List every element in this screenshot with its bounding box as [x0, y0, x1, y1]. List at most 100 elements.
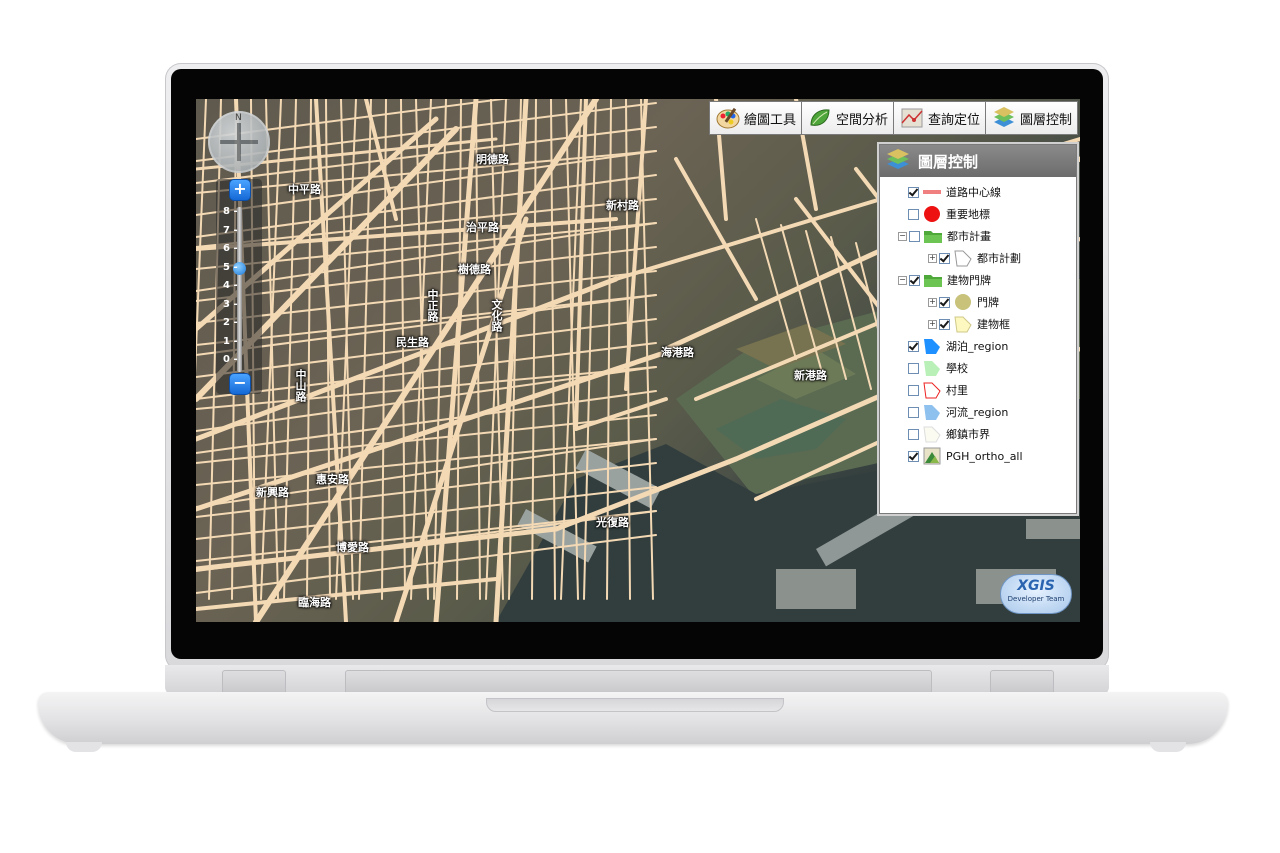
- map-screen[interactable]: 明德路 中平路 治平路 樹德路 中正路 文化路 民生路 新興路 新村路 惠安路 …: [196, 99, 1080, 622]
- layer-label: 建物框: [977, 318, 1010, 331]
- road-segment: [196, 270, 657, 324]
- logo-sub-text: Developer Team: [1007, 595, 1065, 603]
- layer-control-label: 圖層控制: [1019, 112, 1072, 128]
- polygon-lightblue-icon: [922, 403, 942, 421]
- zoom-level-tick: 5 -: [223, 261, 238, 273]
- layer-visibility-checkbox[interactable]: [939, 318, 950, 330]
- zoom-level-tick: 0 -: [223, 354, 238, 365]
- layer-visibility-checkbox[interactable]: [908, 362, 919, 374]
- line-red-icon: [922, 183, 942, 201]
- road-segment: [196, 99, 207, 375]
- layer-item[interactable]: 河流_region: [880, 401, 1076, 423]
- expand-toggle-icon[interactable]: −: [898, 275, 907, 285]
- layer-item[interactable]: PGH_ortho_all: [880, 445, 1076, 467]
- layer-label: 道路中心線: [946, 186, 1001, 199]
- polygon-outline-icon: [953, 249, 973, 267]
- road-segment: [335, 99, 357, 600]
- polygon-white-icon: [922, 425, 942, 443]
- road-segment: [358, 99, 372, 600]
- zoom-level-tick: 4 -: [223, 280, 238, 291]
- layer-item[interactable]: 道路中心線: [880, 181, 1076, 203]
- layer-item[interactable]: + 建物框: [880, 313, 1076, 335]
- layer-label: PGH_ortho_all: [946, 449, 1023, 463]
- laptop-foot-right: [1150, 742, 1186, 752]
- layer-visibility-checkbox[interactable]: [909, 274, 920, 286]
- layer-control-panel: 圖層控制 道路中心線 重要地標 − 都市計畫 + 都市計劃 − 建物門牌 + 門牌 + 建物框 湖泊_r…: [879, 144, 1077, 514]
- layer-tree: 道路中心線 重要地標 − 都市計畫 + 都市計劃 − 建物門牌 + 門牌 + 建物框 湖泊_region…: [880, 177, 1076, 467]
- query-locate-button[interactable]: 查詢定位: [892, 102, 985, 134]
- expand-toggle-icon[interactable]: −: [898, 231, 907, 241]
- layer-item[interactable]: 湖泊_region: [880, 335, 1076, 357]
- road-segment: [674, 157, 758, 301]
- layer-label: 村里: [946, 384, 968, 397]
- layer-label: 河流_region: [946, 406, 1009, 419]
- hinge-notch-right: [990, 670, 1054, 694]
- hinge-notch-left: [222, 670, 286, 694]
- analysis-leaf-icon: [807, 105, 833, 131]
- spatial-analysis-label: 空間分析: [835, 112, 888, 128]
- layer-visibility-checkbox[interactable]: [939, 252, 950, 264]
- trackpad-lip: [486, 698, 784, 712]
- layer-visibility-checkbox[interactable]: [908, 428, 919, 440]
- expand-toggle-icon[interactable]: +: [928, 319, 937, 329]
- xgis-logo: XGIS Developer Team: [1000, 574, 1072, 614]
- layer-visibility-checkbox[interactable]: [908, 450, 919, 462]
- layer-label: 湖泊_region: [946, 340, 1009, 353]
- layers-icon: [991, 105, 1017, 131]
- layer-visibility-checkbox[interactable]: [908, 186, 919, 198]
- layer-item[interactable]: + 都市計劃: [880, 247, 1076, 269]
- road-segment: [196, 294, 657, 346]
- dot-olive-icon: [953, 293, 973, 311]
- layer-item[interactable]: − 都市計畫: [880, 225, 1076, 247]
- zoom-level-tick: 6 -: [223, 243, 238, 254]
- layer-visibility-checkbox[interactable]: [908, 406, 919, 418]
- zoom-level-tick: 2 -: [223, 317, 238, 328]
- layer-label: 重要地標: [946, 208, 990, 221]
- zoom-out-button[interactable]: −: [229, 373, 251, 395]
- expand-toggle-icon[interactable]: +: [928, 297, 937, 307]
- layers-icon: [884, 146, 912, 176]
- layer-control-button[interactable]: 圖層控制: [984, 102, 1077, 134]
- layer-label: 建物門牌: [947, 274, 991, 287]
- layer-item[interactable]: − 建物門牌: [880, 269, 1076, 291]
- layer-visibility-checkbox[interactable]: [908, 208, 919, 220]
- zoom-slider-track[interactable]: [237, 207, 242, 372]
- road-segment: [475, 99, 481, 600]
- draw-tools-label: 繪圖工具: [743, 112, 796, 128]
- layer-visibility-checkbox[interactable]: [909, 230, 920, 242]
- locate-map-icon: [899, 105, 925, 131]
- draw-tools-button[interactable]: 繪圖工具: [709, 102, 801, 134]
- layer-item[interactable]: 鄉鎮市界: [880, 423, 1076, 445]
- layer-panel-title: 圖層控制: [918, 152, 979, 171]
- layer-item[interactable]: + 門牌: [880, 291, 1076, 313]
- zoom-level-tick: 1 -: [223, 335, 238, 347]
- hinge-bar: [345, 670, 932, 694]
- polygon-redoutline-icon: [922, 381, 942, 399]
- road-segment: [196, 246, 657, 302]
- layer-label: 都市計畫: [947, 230, 991, 243]
- layer-visibility-checkbox[interactable]: [908, 340, 919, 352]
- road-segment: [196, 366, 657, 410]
- polygon-yellow-icon: [953, 315, 973, 333]
- folder-green-icon: [923, 227, 943, 245]
- zoom-level-tick: 3 -: [223, 298, 238, 310]
- compass-cross-icon: [220, 140, 258, 144]
- compass-control[interactable]: N: [208, 111, 270, 173]
- spatial-analysis-button[interactable]: 空間分析: [800, 102, 893, 134]
- zoom-level-tick: 8 -: [223, 206, 238, 217]
- expand-toggle-icon[interactable]: +: [928, 253, 937, 263]
- zoom-level-tick: 7 -: [223, 224, 238, 236]
- layer-panel-header: 圖層控制: [880, 145, 1076, 177]
- layer-item[interactable]: 村里: [880, 379, 1076, 401]
- layer-label: 都市計劃: [977, 252, 1021, 265]
- zoom-in-button[interactable]: +: [229, 179, 251, 201]
- polygon-lightgreen-icon: [922, 359, 942, 377]
- layer-item[interactable]: 學校: [880, 357, 1076, 379]
- compass-north-label: N: [235, 113, 242, 123]
- pier-6: [1026, 519, 1080, 539]
- logo-main-text: XGIS: [1017, 578, 1055, 594]
- layer-item[interactable]: 重要地標: [880, 203, 1076, 225]
- layer-visibility-checkbox[interactable]: [908, 384, 919, 396]
- layer-label: 學校: [946, 362, 968, 375]
- layer-visibility-checkbox[interactable]: [939, 296, 950, 308]
